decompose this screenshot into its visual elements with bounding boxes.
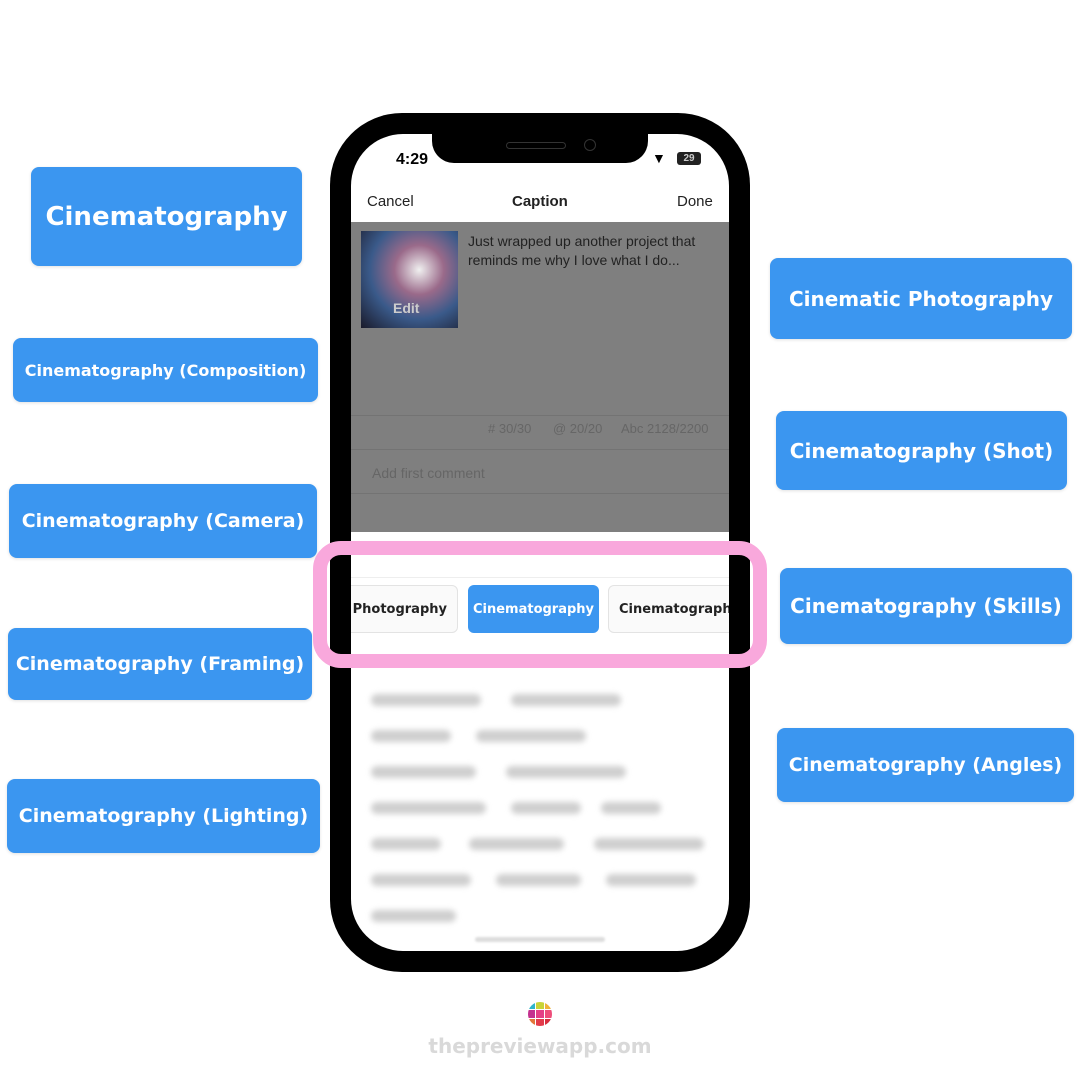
- footer-site: thepreviewapp.com: [428, 1034, 652, 1058]
- label-shot: Cinematography (Shot): [776, 411, 1067, 490]
- status-time: 4:29: [396, 151, 429, 168]
- battery-icon: 29: [677, 152, 701, 165]
- label-skills: Cinematography (Skills): [780, 568, 1072, 644]
- home-indicator: [475, 937, 605, 942]
- caption-text[interactable]: Just wrapped up another project that rem…: [468, 232, 713, 270]
- label-cinematic-photography: Cinematic Photography: [770, 258, 1072, 339]
- label-lighting: Cinematography (Lighting): [7, 779, 320, 853]
- char-counter: Abc 2128/2200: [621, 421, 709, 436]
- mention-counter: @ 20/20: [553, 421, 603, 436]
- preview-app-logo: [528, 1002, 552, 1026]
- highlight-frame: [313, 541, 767, 668]
- notch: [432, 134, 648, 163]
- wifi-icon: ▼: [652, 150, 666, 166]
- label-angles: Cinematography (Angles): [777, 728, 1074, 802]
- edit-label[interactable]: Edit: [393, 300, 419, 316]
- page-title: Caption: [512, 193, 568, 210]
- dimmed-overlay: Edit Just wrapped up another project tha…: [351, 222, 729, 532]
- label-composition: Cinematography (Composition): [13, 338, 318, 402]
- label-camera: Cinematography (Camera): [9, 484, 317, 558]
- first-comment-input[interactable]: Add first comment: [372, 465, 485, 481]
- hashtag-counter: # 30/30: [488, 421, 532, 436]
- label-cinematography: Cinematography: [31, 167, 302, 266]
- label-framing: Cinematography (Framing): [8, 628, 312, 700]
- done-button[interactable]: Done: [677, 193, 713, 210]
- cancel-button[interactable]: Cancel: [367, 193, 414, 210]
- post-thumbnail[interactable]: Edit: [361, 231, 458, 328]
